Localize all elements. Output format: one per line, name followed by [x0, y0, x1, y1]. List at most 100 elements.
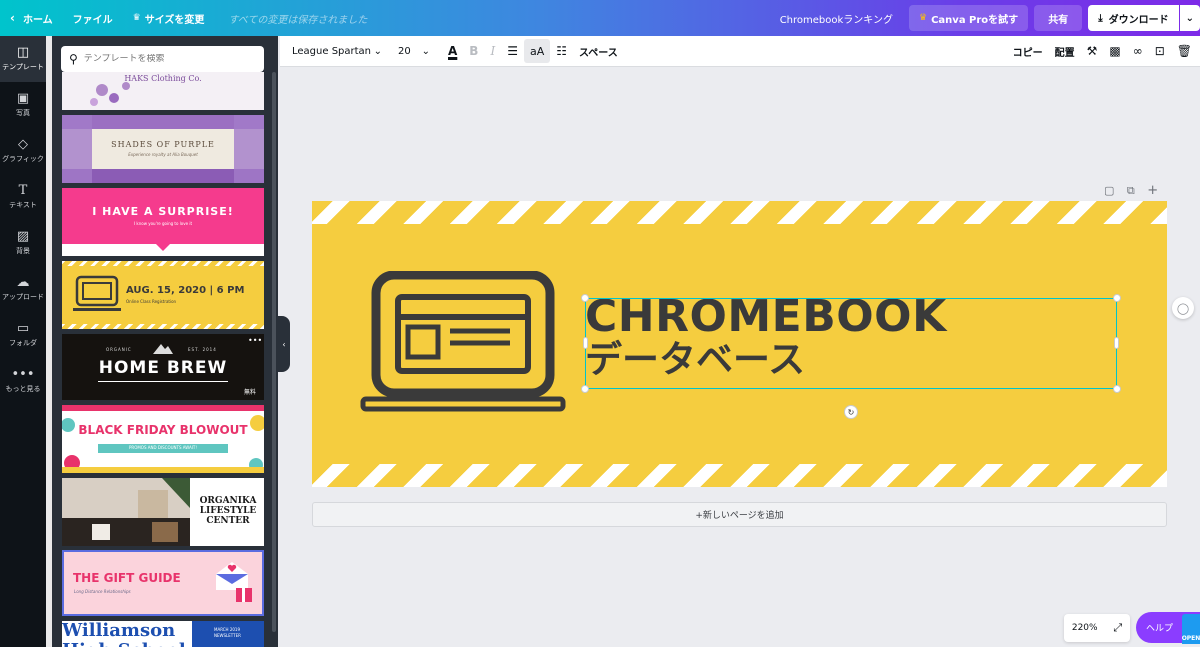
rail-item-graphics[interactable]: ◇ グラフィック	[0, 128, 46, 174]
page-tools: ▢ ⧉ +	[1104, 183, 1158, 198]
template-card[interactable]: HAKS Clothing Co.	[62, 72, 264, 110]
stripe-top	[312, 201, 1167, 224]
panel-collapse-button[interactable]: ‹	[278, 316, 290, 372]
text-color-button[interactable]: A	[442, 39, 463, 63]
upload-icon: ☁	[16, 275, 30, 290]
template-card[interactable]: THE GIFT GUIDE Long Distance Relationshi…	[62, 550, 264, 616]
template-card[interactable]: I HAVE A SURPRISE! I know you're going t…	[62, 188, 264, 256]
template-card[interactable]: ORGANIKA LIFESTYLE CENTER	[62, 478, 264, 546]
template-card[interactable]: ORGANIC EST. 2014 HOME BREW ••• 無料	[62, 334, 264, 400]
rail-item-background[interactable]: ▨ 背景	[0, 220, 46, 266]
font-family-select[interactable]: League Spartan ⌄	[280, 39, 388, 63]
rail-item-photos[interactable]: ▣ 写真	[0, 82, 46, 128]
share-button[interactable]: 共有	[1034, 5, 1083, 31]
chevron-left-icon: ‹	[10, 11, 15, 25]
template-card[interactable]: BLACK FRIDAY BLOWOUT PROMOS AND DISCOUNT…	[62, 405, 264, 473]
list-button[interactable]: ☷	[550, 39, 573, 63]
graphics-icon: ◇	[18, 137, 28, 152]
resize-handle-l[interactable]	[583, 337, 588, 349]
rotate-handle[interactable]: ↻	[844, 405, 858, 419]
text-toolbar: League Spartan ⌄ 20 ⌄ A B I ☰ aA ☷ スペース …	[280, 36, 1200, 67]
side-rail: ◫ テンプレート ▣ 写真 ◇ グラフィック T テキスト ▨ 背景 ☁ アップ…	[0, 36, 46, 647]
open-badge[interactable]: OPEN	[1182, 614, 1200, 644]
fullscreen-icon[interactable]: ⤢	[1113, 621, 1122, 635]
add-page-icon[interactable]: +	[1147, 183, 1158, 198]
home-button[interactable]: ‹ ホーム	[0, 0, 63, 36]
laptop-icon[interactable]	[360, 271, 570, 416]
crown-icon: ♛	[132, 13, 141, 23]
panel-scrollbar[interactable]	[272, 72, 276, 632]
mountain-icon	[153, 344, 173, 354]
rail-item-upload[interactable]: ☁ アップロード	[0, 266, 46, 312]
bold-button[interactable]: B	[463, 39, 484, 63]
gift-illustration	[216, 562, 252, 602]
zoom-level[interactable]: 220%	[1072, 623, 1098, 633]
templates-panel: ⚲ HAKS Clothing Co. SHADES OF PURPLE Exp…	[46, 36, 278, 647]
template-card[interactable]: Williamson High School MARCH 2019 NEWSLE…	[62, 621, 264, 647]
rule-line	[98, 381, 228, 382]
download-button[interactable]: ⤓ ダウンロード	[1088, 5, 1179, 31]
resize-handle-tl[interactable]	[581, 294, 589, 302]
resize-handle-br[interactable]	[1113, 385, 1121, 393]
spacing-button[interactable]: スペース	[573, 39, 624, 63]
comment-button[interactable]: ◯	[1172, 297, 1194, 319]
free-badge: 無料	[244, 389, 257, 396]
panel-edge	[46, 36, 52, 647]
resize-button[interactable]: ♛ サイズを変更	[123, 0, 215, 36]
photo-icon: ▣	[16, 91, 30, 106]
ranking-link[interactable]: Chromebookランキング	[770, 0, 903, 36]
confetti-decoration	[62, 405, 264, 473]
shelf-photo	[62, 478, 190, 546]
list-icon: ☷	[556, 44, 567, 58]
top-bar: ‹ ホーム ファイル ♛ サイズを変更 すべての変更は保存されました Chrom…	[0, 0, 1200, 36]
download-icon: ⤓	[1098, 12, 1103, 24]
arrange-button[interactable]: 配置	[1049, 39, 1081, 63]
stripe-top	[62, 261, 264, 266]
file-menu[interactable]: ファイル	[63, 0, 123, 36]
resize-handle-tr[interactable]	[1113, 294, 1121, 302]
rail-item-templates[interactable]: ◫ テンプレート	[0, 36, 46, 82]
resize-handle-r[interactable]	[1114, 337, 1119, 349]
link-icon[interactable]: ∞	[1127, 39, 1149, 63]
rail-item-folder[interactable]: ▭ フォルダ	[0, 312, 46, 358]
font-size-select[interactable]: 20 ⌄	[392, 39, 436, 63]
more-icon: •••	[11, 367, 35, 382]
comment-icon: ◯	[1176, 301, 1190, 315]
italic-button[interactable]: I	[484, 39, 501, 63]
rail-item-more[interactable]: ••• もっと見る	[0, 358, 46, 404]
organika-title: ORGANIKA LIFESTYLE CENTER	[199, 496, 257, 526]
copy-button[interactable]: コピー	[1007, 39, 1049, 63]
flower-illustration	[90, 82, 130, 106]
template-search-input[interactable]	[83, 54, 254, 64]
note-icon[interactable]: ▢	[1104, 184, 1114, 197]
laptop-icon	[73, 275, 121, 311]
duplicate-page-icon[interactable]: ⧉	[1127, 184, 1135, 197]
text-selection-box[interactable]	[581, 294, 1121, 393]
rail-item-text[interactable]: T テキスト	[0, 174, 46, 220]
search-icon: ⚲	[69, 52, 78, 66]
template-card[interactable]: AUG. 15, 2020 | 6 PM Online Class Regist…	[62, 261, 264, 329]
card-more-icon[interactable]: •••	[248, 336, 262, 345]
case-button[interactable]: aA	[523, 39, 551, 63]
zoom-control[interactable]: 220% ⤢	[1064, 614, 1130, 642]
transparency-icon[interactable]: ▩	[1103, 39, 1126, 63]
template-icon: ◫	[16, 45, 30, 60]
chevron-down-icon: ⌄	[421, 45, 430, 57]
align-button[interactable]: ☰	[501, 39, 524, 63]
add-page-button[interactable]: +新しいページを追加	[312, 502, 1167, 527]
background-icon: ▨	[16, 229, 30, 244]
download-options-button[interactable]: ⌄	[1179, 5, 1200, 31]
stripe-bottom	[312, 464, 1167, 487]
template-search[interactable]: ⚲	[61, 46, 264, 72]
try-pro-button[interactable]: ♛ Canva Proを試す	[909, 5, 1029, 31]
align-left-icon: ☰	[507, 44, 518, 58]
resize-handle-bl[interactable]	[581, 385, 589, 393]
paint-roller-icon[interactable]: ⚒	[1081, 39, 1104, 63]
lock-icon[interactable]: ⊡	[1149, 39, 1171, 63]
crown-icon: ♛	[919, 13, 928, 23]
trash-icon[interactable]: 🗑	[1171, 39, 1198, 63]
stripe-bottom	[62, 324, 264, 329]
template-card[interactable]: SHADES OF PURPLE Experience royalty at A…	[62, 115, 264, 183]
chevron-left-icon: ‹	[282, 339, 286, 349]
purple-flower-photo	[62, 115, 264, 183]
